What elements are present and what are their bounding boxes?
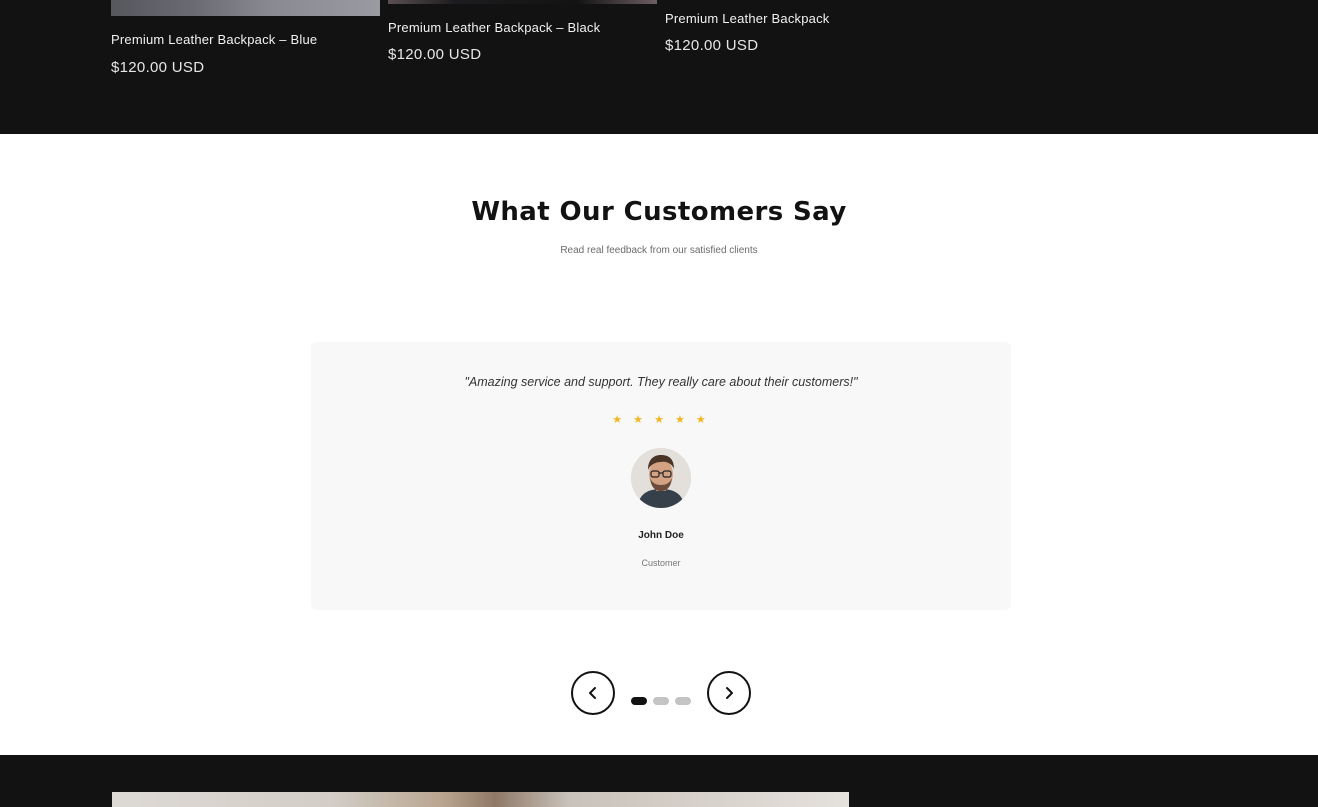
product-price: $120.00 USD [111,59,205,76]
product-title[interactable]: Premium Leather Backpack [665,11,829,26]
rating-stars: ★ ★ ★ ★ ★ [612,414,710,426]
avatar-image [631,448,691,508]
product-image[interactable] [111,0,380,16]
author-role: Customer [641,558,681,568]
product-title[interactable]: Premium Leather Backpack – Blue [111,32,317,47]
next-button[interactable] [707,671,751,715]
chevron-left-icon [589,687,596,699]
testimonial-quote: "Amazing service and support. They reall… [464,375,858,389]
product-title[interactable]: Premium Leather Backpack – Black [388,20,600,35]
featured-image [112,792,849,807]
slide-dot-1[interactable] [631,697,647,705]
product-image[interactable] [388,0,657,4]
slide-dot-2[interactable] [653,697,669,705]
product-strip: Premium Leather Backpack – Blue $120.00 … [0,0,1318,134]
testimonial-card: "Amazing service and support. They reall… [311,342,1011,610]
section-subheading: Read real feedback from our satisfied cl… [560,245,758,256]
slide-dot-3[interactable] [675,697,691,705]
prev-button[interactable] [571,671,615,715]
author-name: John Doe [638,530,684,541]
avatar [631,448,691,508]
chevron-right-icon [726,687,733,699]
featured-section [0,755,1318,807]
product-price: $120.00 USD [388,46,482,63]
product-price: $120.00 USD [665,37,759,54]
section-heading: What Our Customers Say [471,197,847,227]
